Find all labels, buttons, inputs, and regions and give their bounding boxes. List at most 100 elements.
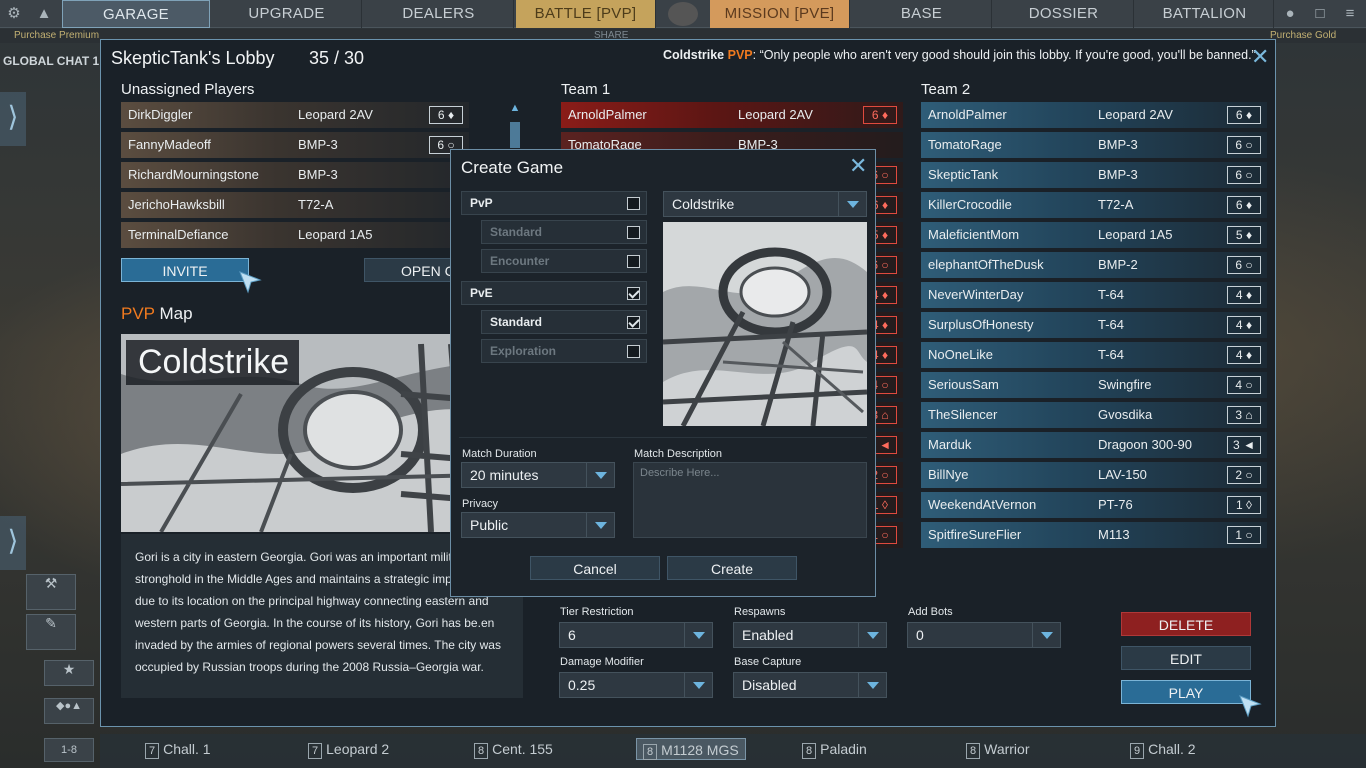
- player-row[interactable]: SkepticTank BMP-3 6 ○: [921, 162, 1267, 188]
- map-select[interactable]: Coldstrike: [663, 191, 867, 217]
- badge-icon[interactable]: ★: [44, 660, 94, 686]
- match-description-input[interactable]: Describe Here...: [633, 462, 867, 538]
- tab-battle-pvp[interactable]: BATTLE [PVP]: [516, 0, 656, 28]
- tab-dealers[interactable]: DEALERS: [364, 0, 514, 28]
- add-bots-select[interactable]: 0: [907, 622, 1061, 648]
- tab-mission-pve[interactable]: MISSION [PVE]: [710, 0, 850, 28]
- edit-button[interactable]: EDIT: [1121, 646, 1251, 670]
- expand-left-arrow-icon[interactable]: ⟩: [0, 92, 26, 146]
- play-button[interactable]: PLAY: [1121, 680, 1251, 704]
- purchase-premium-link[interactable]: Purchase Premium: [14, 30, 99, 41]
- chevron-down-icon[interactable]: [684, 623, 712, 647]
- player-row[interactable]: SurplusOfHonesty T-64 4 ♦: [921, 312, 1267, 338]
- tab-upgrade[interactable]: UPGRADE: [212, 0, 362, 28]
- checkbox[interactable]: [627, 255, 640, 268]
- chevron-down-icon[interactable]: [586, 513, 614, 537]
- player-row[interactable]: FannyMadeoff BMP-3 6 ○: [121, 132, 469, 158]
- player-row[interactable]: TheSilencer Gvosdika 3 ⌂: [921, 402, 1267, 428]
- player-row[interactable]: MaleficientMom Leopard 1A5 5 ♦: [921, 222, 1267, 248]
- profile-icon[interactable]: ●: [1278, 2, 1302, 26]
- player-vehicle: BMP-3: [1098, 137, 1138, 152]
- player-row[interactable]: TomatoRage BMP-3 6 ○: [921, 132, 1267, 158]
- chat-icon[interactable]: □: [1308, 2, 1332, 26]
- vehicle-card[interactable]: 8 Warrior: [966, 738, 1030, 760]
- chevron-down-icon[interactable]: [1032, 623, 1060, 647]
- game-mode-option[interactable]: Standard: [481, 310, 647, 334]
- close-lobby-icon[interactable]: ✕: [1251, 46, 1269, 68]
- game-mode-option[interactable]: PvE: [461, 281, 647, 305]
- checkbox[interactable]: [627, 345, 640, 358]
- vehicle-card[interactable]: 7 Leopard 2: [308, 738, 389, 760]
- player-row[interactable]: SeriousSam Swingfire 4 ○: [921, 372, 1267, 398]
- game-mode-option[interactable]: Exploration: [481, 339, 647, 363]
- chevron-down-icon[interactable]: [684, 673, 712, 697]
- vehicle-card[interactable]: 9 Chall. 2: [1130, 738, 1196, 760]
- player-row[interactable]: elephantOfTheDusk BMP-2 6 ○: [921, 252, 1267, 278]
- tier-restriction-select[interactable]: 6: [559, 622, 713, 648]
- settings-icon[interactable]: ⚙: [2, 2, 26, 26]
- paint-icon[interactable]: ✎: [26, 614, 76, 650]
- menu-icon[interactable]: ≡: [1338, 2, 1362, 26]
- invite-button[interactable]: INVITE: [121, 258, 249, 282]
- vehicle-card[interactable]: 8 Paladin: [802, 738, 867, 760]
- player-row[interactable]: ArnoldPalmer Leopard 2AV 6 ♦: [561, 102, 903, 128]
- tier-restriction-value: 6: [568, 627, 576, 643]
- scroll-up-icon[interactable]: ▲: [508, 102, 522, 116]
- player-row[interactable]: SpitfireSureFlier M113 1 ○: [921, 522, 1267, 548]
- player-row[interactable]: DirkDiggler Leopard 2AV 6 ♦: [121, 102, 469, 128]
- player-row[interactable]: NeverWinterDay T-64 4 ♦: [921, 282, 1267, 308]
- home-icon[interactable]: ▲: [32, 2, 56, 26]
- player-row[interactable]: RichardMourningstone BMP-3: [121, 162, 469, 188]
- create-game-title: Create Game: [461, 158, 564, 177]
- game-mode-option[interactable]: PvP: [461, 191, 647, 215]
- player-row[interactable]: Marduk Dragoon 300-90 3 ◄: [921, 432, 1267, 458]
- player-row[interactable]: NoOneLike T-64 4 ♦: [921, 342, 1267, 368]
- global-chat-label[interactable]: GLOBAL CHAT 1: [0, 54, 100, 72]
- scrollbar-thumb[interactable]: [510, 122, 520, 148]
- vehicle-card[interactable]: 7 Chall. 1: [145, 738, 211, 760]
- vehicle-card[interactable]: 8 Cent. 155: [474, 738, 553, 760]
- tier-number: 6: [1235, 108, 1243, 122]
- player-row[interactable]: BillNye LAV-150 2 ○: [921, 462, 1267, 488]
- cancel-button[interactable]: Cancel: [530, 556, 660, 580]
- vehicle-card[interactable]: 8 M1128 MGS: [636, 738, 746, 760]
- expand-left-arrow-icon-2[interactable]: ⟩: [0, 516, 26, 570]
- game-mode-option[interactable]: Standard: [481, 220, 647, 244]
- chevron-down-icon[interactable]: [838, 192, 866, 216]
- checkbox[interactable]: [627, 197, 640, 210]
- player-vehicle: Dragoon 300-90: [1098, 437, 1192, 452]
- wrench-icon[interactable]: ⚒: [26, 574, 76, 610]
- checkbox[interactable]: [627, 226, 640, 239]
- close-dialog-icon[interactable]: ✕: [849, 155, 867, 177]
- tab-dossier[interactable]: DOSSIER: [994, 0, 1134, 28]
- chevron-down-icon[interactable]: [586, 463, 614, 487]
- player-row[interactable]: WeekendAtVernon PT-76 1 ◊: [921, 492, 1267, 518]
- delete-button[interactable]: DELETE: [1121, 612, 1251, 636]
- player-row[interactable]: ArnoldPalmer Leopard 2AV 6 ♦: [921, 102, 1267, 128]
- tab-base[interactable]: BASE: [852, 0, 992, 28]
- open-lobby-button[interactable]: OPEN C: [364, 258, 464, 282]
- respawns-select[interactable]: Enabled: [733, 622, 887, 648]
- tab-garage[interactable]: GARAGE: [62, 0, 210, 28]
- option-label: PvE: [470, 286, 493, 300]
- privacy-select[interactable]: Public: [461, 512, 615, 538]
- player-row[interactable]: JerichoHawksbill T72-A: [121, 192, 469, 218]
- game-mode-option[interactable]: Encounter: [481, 249, 647, 273]
- chevron-down-icon[interactable]: [858, 673, 886, 697]
- tier-number: 3: [1233, 438, 1240, 452]
- checkbox[interactable]: [627, 287, 640, 300]
- base-capture-select[interactable]: Disabled: [733, 672, 887, 698]
- purchase-gold-link[interactable]: Purchase Gold: [1270, 30, 1336, 41]
- match-duration-select[interactable]: 20 minutes: [461, 462, 615, 488]
- commander-avatar[interactable]: [668, 2, 698, 26]
- tier-range-badge[interactable]: 1-8: [44, 738, 94, 762]
- ring-icon: ○: [878, 528, 889, 542]
- create-button[interactable]: Create: [667, 556, 797, 580]
- checkbox[interactable]: [627, 316, 640, 329]
- player-row[interactable]: TerminalDefiance Leopard 1A5: [121, 222, 469, 248]
- chevron-down-icon[interactable]: [858, 623, 886, 647]
- damage-modifier-select[interactable]: 0.25: [559, 672, 713, 698]
- player-row[interactable]: KillerCrocodile T72-A 6 ♦: [921, 192, 1267, 218]
- tab-battalion[interactable]: BATTALION: [1136, 0, 1274, 28]
- class-filter-icon[interactable]: ◆●▲: [44, 698, 94, 724]
